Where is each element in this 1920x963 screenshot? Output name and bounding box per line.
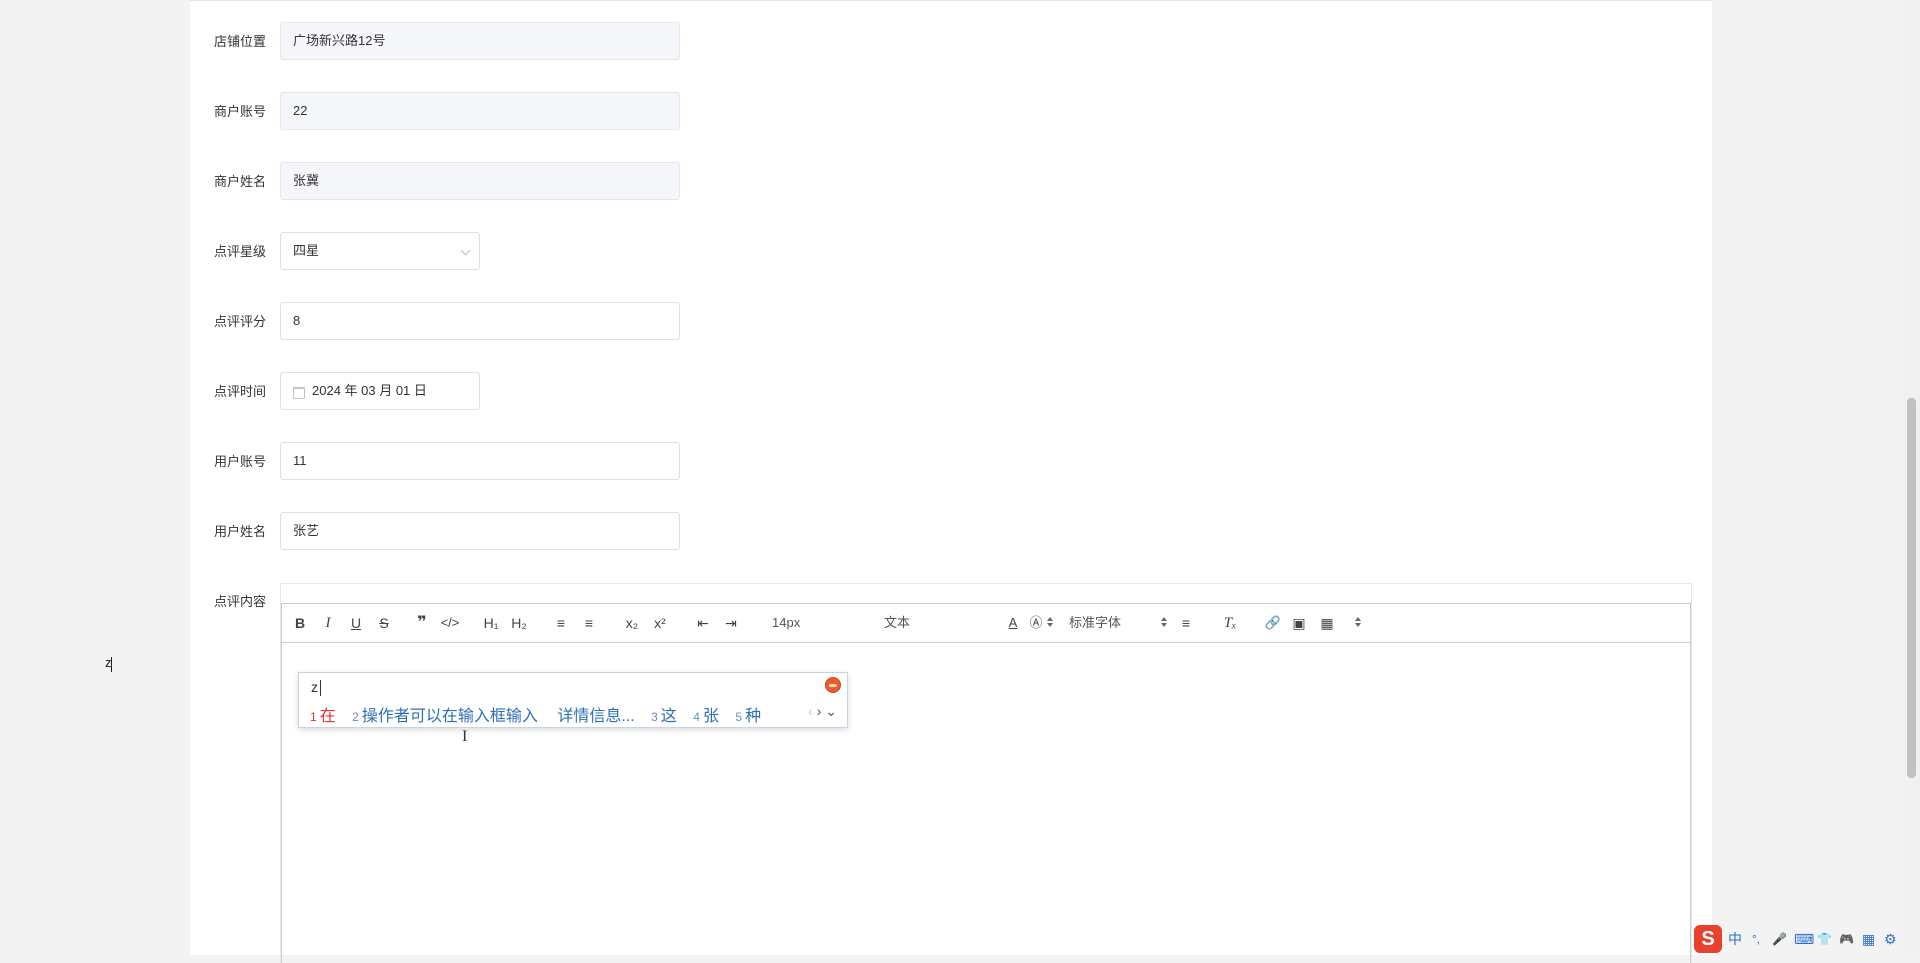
review-time-value: 2024 年 03 月 01 日 [312, 383, 427, 398]
indent-icon[interactable]: ⇥ [722, 604, 740, 642]
bullet-list-icon[interactable]: ≡ [580, 604, 598, 642]
editor-toolbar: B I U S ❞ </> H₁ H₂ ≡ ≡ x₂ x² ⇤ ⇥ 14px 文… [281, 603, 1691, 643]
h2-button[interactable]: H₂ [508, 604, 530, 642]
form-panel: 店铺位置 广场新兴路12号 商户账号 22 商户姓名 张冀 点评星级 四星 点评… [190, 0, 1712, 963]
ime-prev-icon[interactable]: ‹ [808, 703, 813, 719]
editor-caret [111, 657, 112, 672]
shop-location-input[interactable]: 广场新兴路12号 [280, 22, 680, 60]
font-family-picker[interactable]: 标准字体 [1069, 604, 1121, 642]
ime-expand-icon[interactable]: ⌄ [825, 703, 837, 719]
ime-status-bar: S 中 °, 🎤 ⌨ 👕 🎮 ▦ ⚙ [1692, 924, 1920, 954]
strike-button[interactable]: S [376, 604, 392, 642]
ime-candidate[interactable]: 5种 [735, 708, 761, 725]
outdent-icon[interactable]: ⇤ [694, 604, 712, 642]
review-score-input[interactable]: 8 [280, 302, 680, 340]
ime-candidate-popup: z 1在 2 操作者可以在输入框输入 详情信息... 3这 4张 5种 ‹ › ⌄ [298, 672, 848, 728]
review-level-value: 四星 [293, 243, 320, 258]
merchant-name-input[interactable]: 张冀 [280, 162, 680, 200]
review-level-select[interactable]: 四星 [280, 232, 480, 270]
scrollbar-thumb[interactable] [1907, 398, 1916, 778]
user-name-input[interactable]: 张艺 [280, 512, 680, 550]
link-icon[interactable]: 🔗 [1263, 604, 1283, 642]
punctuation-icon[interactable]: °, [1752, 930, 1760, 948]
microphone-icon[interactable]: 🎤 [1772, 930, 1787, 948]
superscript-button[interactable]: x² [650, 604, 670, 642]
calendar-icon [293, 387, 305, 399]
review-time-picker[interactable]: 2024 年 03 月 01 日 [280, 372, 480, 410]
font-color-icon[interactable]: A [1005, 604, 1021, 642]
ime-candidate[interactable]: 4张 [693, 708, 719, 725]
quote-icon[interactable]: ❞ [413, 604, 431, 642]
keyboard-icon[interactable]: ⌨ [1794, 930, 1814, 948]
italic-button[interactable]: I [320, 604, 336, 642]
chevron-down-icon [460, 245, 471, 256]
font-size-picker[interactable]: 14px [772, 604, 800, 642]
code-icon[interactable]: </> [439, 604, 461, 642]
page-scrollbar[interactable] [1903, 0, 1920, 954]
ordered-list-icon[interactable]: ≡ [552, 604, 570, 642]
ime-candidate[interactable]: 3这 [651, 708, 677, 725]
apps-icon[interactable]: ▦ [1862, 930, 1875, 948]
underline-button[interactable]: U [348, 604, 364, 642]
h1-button[interactable]: H₁ [480, 604, 502, 642]
skin-icon[interactable]: 👕 [1817, 930, 1832, 948]
background-color-icon[interactable]: Ⓐ [1028, 604, 1044, 642]
image-icon[interactable]: ▣ [1290, 604, 1308, 642]
sogou-logo-icon[interactable]: S [1694, 925, 1722, 953]
bold-button[interactable]: B [292, 604, 308, 642]
ime-candidate-list: 1在 2 操作者可以在输入框输入 详情信息... 3这 4张 5种 [310, 702, 773, 726]
game-icon[interactable]: 🎮 [1839, 930, 1854, 948]
header-type-picker[interactable]: 文本 [884, 604, 910, 642]
user-account-input[interactable]: 11 [280, 442, 680, 480]
ime-composition-text: z [311, 679, 318, 695]
ime-caret [320, 680, 321, 696]
ime-candidate[interactable]: 详情信息... [554, 708, 634, 725]
ime-candidate[interactable]: 2 操作者可以在输入框输入 [352, 708, 538, 725]
subscript-button[interactable]: x₂ [622, 604, 642, 642]
align-icon[interactable]: ≡ [1177, 604, 1195, 642]
text-cursor-icon: I [462, 728, 468, 745]
video-icon[interactable]: ▦ [1318, 604, 1336, 642]
ime-page-controls: ‹ › ⌄ [808, 703, 837, 720]
settings-icon[interactable]: ⚙ [1884, 930, 1897, 948]
clear-format-icon[interactable]: Tₓ [1220, 604, 1240, 642]
ime-next-icon[interactable]: › [817, 703, 822, 719]
ime-candidate[interactable]: 1在 [310, 708, 336, 725]
input-mode-toggle[interactable]: 中 [1728, 930, 1742, 948]
ime-logo-icon [825, 677, 841, 693]
merchant-account-input[interactable]: 22 [280, 92, 680, 130]
